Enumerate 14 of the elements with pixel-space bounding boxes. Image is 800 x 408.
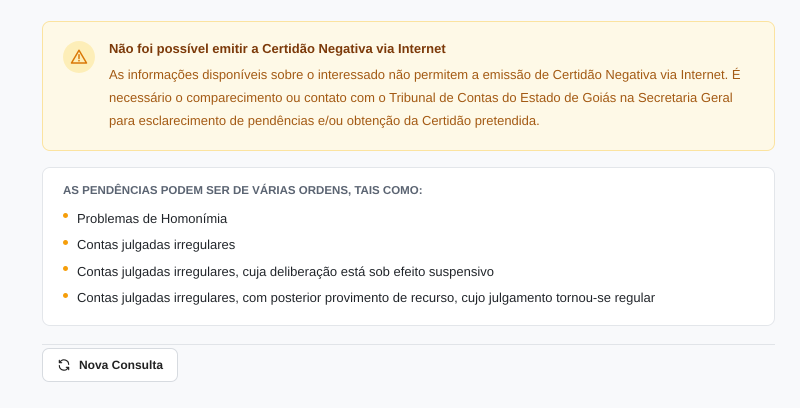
alert-message: As informações disponíveis sobre o interessado não permitem a emissão de Certidão Negativa via Internet. É necessário o comparecimento ou contato com o Tribunal de Contas do Estado de Goiás na Secretaria Geral para esclarecimento de pendências e/ou obtenção da Certidão pretendida.: [109, 66, 742, 130]
list-item: Contas julgadas irregulares, com posterior provimento de recurso, cujo julgamento tornou-se regular: [77, 290, 656, 306]
card-heading: AS PENDÊNCIAS PODEM SER DE VÁRIAS ORDENS, TAIS COMO:: [63, 185, 424, 197]
bullet-icon: [63, 292, 68, 298]
bullet-icon: [63, 266, 68, 272]
bullet-icon: [63, 240, 68, 245]
warning-icon: [63, 41, 95, 73]
list-item: Contas julgadas irregulares, cuja deliberação está sob efeito suspensivo: [77, 264, 494, 279]
refresh-icon: [57, 358, 71, 372]
new-query-button[interactable]: Nova Consulta: [42, 348, 178, 382]
bullet-icon: [63, 213, 68, 218]
alert-title: Não foi possível emitir a Certidão Negativa via Internet: [109, 41, 447, 56]
list-item: Problemas de Homonímia: [77, 210, 228, 226]
list-item: Contas julgadas irregulares: [77, 237, 236, 252]
